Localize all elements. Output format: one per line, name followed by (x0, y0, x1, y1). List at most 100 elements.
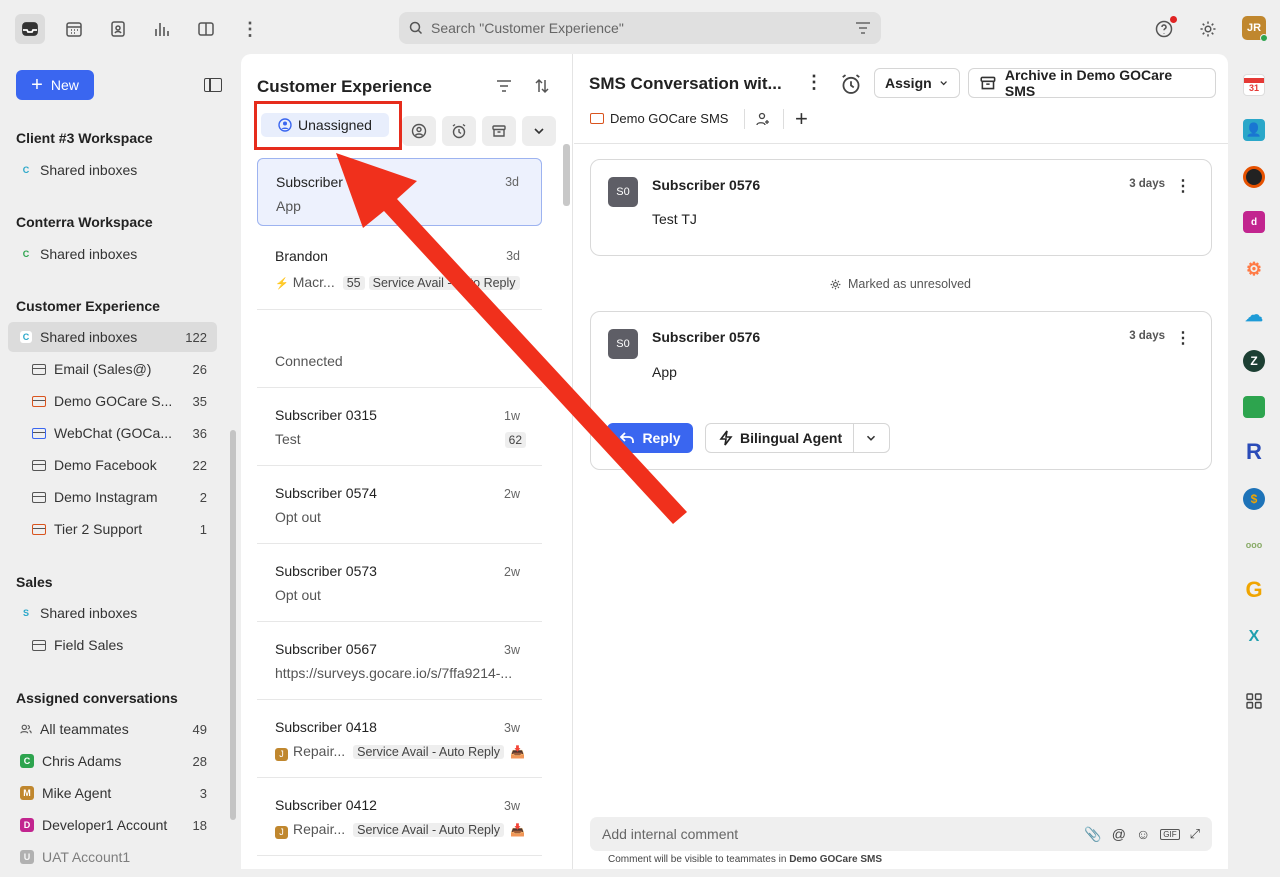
emoji-icon[interactable]: ☺ (1136, 826, 1150, 842)
calendar-icon[interactable] (59, 14, 89, 44)
attachment-icon[interactable]: 📎 (1084, 826, 1101, 843)
dots-app-icon[interactable]: ooo (1243, 534, 1265, 556)
sidebar-scrollbar[interactable] (230, 430, 236, 820)
new-button[interactable]: + New (16, 70, 94, 100)
mention-icon[interactable]: @ (1112, 826, 1126, 842)
snooze-icon[interactable] (840, 73, 862, 98)
conversation-item[interactable]: Subscriber 0418 3w J Repair... Service Ava… (257, 700, 542, 778)
conversation-tag: Service Avail - Auto Reply (353, 823, 505, 837)
reply-icon (620, 432, 635, 443)
conversation-item[interactable]: Connected (257, 310, 542, 388)
apps-grid-icon[interactable] (1243, 690, 1265, 712)
sidebar-item-demo-gocare-sms[interactable]: Demo GOCare S... 35 (8, 386, 217, 416)
sidebar-item-chris-adams[interactable]: C Chris Adams 28 (8, 746, 217, 776)
more-icon[interactable]: ⋮ (805, 72, 823, 96)
conversation-time: 3d (505, 175, 519, 189)
sidebar-item-label: Demo Facebook (54, 457, 157, 473)
g-app-icon[interactable]: G (1243, 577, 1265, 602)
more-icon[interactable]: ⋮ (235, 14, 265, 44)
sidebar-item-field-sales[interactable]: Field Sales (8, 630, 217, 660)
sidebar-item-count: 122 (185, 329, 207, 345)
pink-app-icon[interactable]: d (1243, 211, 1265, 233)
sidebar-toggle-icon[interactable] (204, 78, 222, 92)
sidebar-item-all-teammates[interactable]: All teammates 49 (8, 714, 217, 744)
more-icon[interactable]: ⋮ (1175, 176, 1191, 196)
envelope-icon (32, 459, 46, 471)
sidebar-item-shared-inboxes[interactable]: C Shared inboxes (8, 155, 217, 185)
envelope-icon (32, 395, 46, 407)
help-icon[interactable] (1149, 14, 1179, 44)
divider (853, 424, 854, 452)
conversation-item[interactable]: Brandon 3d ⚡ Macr... 55 Service Avail - Aut… (257, 233, 542, 310)
sidebar-item-uat-account1[interactable]: U UAT Account1 (8, 842, 217, 872)
assigned-to-me-filter[interactable] (402, 116, 436, 146)
sidebar-item-developer1-account[interactable]: D Developer1 Account 18 (8, 810, 217, 840)
zendesk-icon[interactable]: Z (1243, 350, 1265, 372)
layout-icon[interactable] (191, 14, 221, 44)
gif-icon[interactable]: GIF (1160, 828, 1180, 840)
conversation-item[interactable]: Subscriber 0574 2w Opt out (257, 466, 542, 544)
inbox-icon[interactable] (15, 14, 45, 44)
x-app-icon[interactable]: X (1243, 626, 1265, 648)
salesforce-icon[interactable]: ☁ (1243, 304, 1265, 326)
archived-filter[interactable] (482, 116, 516, 146)
dollar-app-icon[interactable]: $ (1243, 488, 1265, 510)
add-participant-icon[interactable] (755, 111, 771, 130)
sidebar-item-shared-inboxes[interactable]: C Shared inboxes (8, 239, 217, 269)
search-input[interactable]: Search "Customer Experience" (399, 12, 881, 44)
sidebar-item-count: 28 (192, 753, 207, 769)
sidebar-item-shared-inboxes[interactable]: C Shared inboxes 122 (8, 322, 217, 352)
message-body: Test TJ (652, 211, 697, 227)
message-author: Subscriber 0576 (652, 177, 761, 193)
more-filters-dropdown[interactable] (522, 116, 556, 146)
sidebar-item-demo-facebook[interactable]: Demo Facebook 22 (8, 450, 217, 480)
sidebar-item-label: Shared inboxes (40, 329, 138, 345)
user-circle-icon (411, 123, 427, 139)
sidebar-item-shared-inboxes[interactable]: S Shared inboxes (8, 598, 217, 628)
chevron-down-icon[interactable] (864, 431, 878, 445)
more-icon[interactable]: ⋮ (1175, 328, 1191, 348)
gear-icon[interactable] (1193, 14, 1223, 44)
user-avatar[interactable]: JR (1242, 16, 1268, 42)
workspace-badge: S (22, 608, 29, 618)
sidebar-item-label: All teammates (40, 721, 129, 737)
conversation-count: 55 (342, 276, 365, 290)
calendar-app-icon[interactable]: 31 (1243, 74, 1265, 96)
snoozed-filter[interactable] (442, 116, 476, 146)
archive-button[interactable]: Archive in Demo GOCare SMS (968, 67, 1216, 99)
sidebar-item-email-sales[interactable]: Email (Sales@) 26 (8, 354, 217, 384)
list-scrollbar[interactable] (563, 144, 570, 206)
contacts-icon[interactable] (103, 14, 133, 44)
sidebar-item-webchat[interactable]: WebChat (GOCa... 36 (8, 418, 217, 448)
target-app-icon[interactable] (1243, 166, 1265, 188)
conversation-item[interactable]: Subscriber 0315 1w Test 62 (257, 388, 542, 466)
comment-placeholder: Add internal comment (602, 826, 739, 842)
sidebar-item-mike-agent[interactable]: M Mike Agent 3 (8, 778, 217, 808)
conversation-item[interactable]: Subscriber 0573 2w Opt out (257, 544, 542, 622)
assign-button[interactable]: Assign (874, 68, 960, 98)
sort-icon[interactable] (530, 74, 554, 98)
filter-icon[interactable] (492, 74, 516, 98)
internal-comment-input[interactable]: Add internal comment 📎 @ ☺ GIF ⤢ (590, 817, 1212, 851)
reply-button[interactable]: Reply (607, 423, 693, 453)
bilingual-agent-button[interactable]: Bilingual Agent (705, 423, 890, 453)
unassigned-filter-button[interactable]: Unassigned (261, 113, 389, 137)
filter-icon[interactable] (855, 21, 871, 35)
conversation-item[interactable]: Subscriber 0412 3w J Repair... Service Ava… (257, 778, 542, 856)
r-app-icon[interactable]: R (1243, 439, 1265, 464)
hubspot-icon[interactable]: ⚙ (1243, 258, 1265, 280)
conversation-time: 1w (504, 409, 520, 423)
contacts-app-icon[interactable]: 👤 (1243, 119, 1265, 141)
green-app-icon[interactable] (1243, 396, 1265, 418)
sidebar-item-tier-2-support[interactable]: Tier 2 Support 1 (8, 514, 217, 544)
sidebar-item-label: Demo Instagram (54, 489, 158, 505)
add-icon[interactable]: + (795, 106, 808, 132)
conversation-preview-text: Repair... (293, 821, 346, 837)
conversation-item[interactable]: Subscriber 0567 3w https://surveys.gocar… (257, 622, 542, 700)
inbox-chip[interactable]: Demo GOCare SMS (590, 111, 728, 126)
analytics-icon[interactable] (147, 14, 177, 44)
section-title: Customer Experience (16, 298, 160, 314)
expand-icon[interactable]: ⤢ (1190, 826, 1200, 842)
conversation-item-selected[interactable]: Subscriber 3d App (257, 158, 542, 226)
sidebar-item-demo-instagram[interactable]: Demo Instagram 2 (8, 482, 217, 512)
